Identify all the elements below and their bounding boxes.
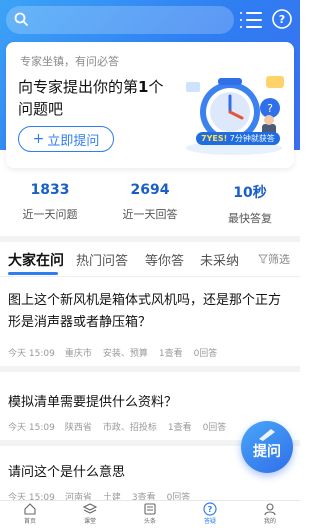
svg-text:?: ? — [208, 505, 213, 514]
question-title[interactable]: 图上这个新风机是箱体式风机吗，还是那个正方形是消声器或者静压箱？ — [8, 290, 292, 334]
user-icon — [264, 503, 276, 516]
tab-hot-qa[interactable]: 热门问答 — [76, 250, 128, 269]
active-tab-indicator — [8, 272, 58, 275]
tab-everyone-asking[interactable]: 大家在问 — [8, 250, 64, 270]
home-icon — [24, 503, 36, 515]
section-divider — [0, 236, 300, 242]
question-divider — [0, 366, 300, 372]
news-icon — [144, 503, 156, 515]
tab-waiting-answer[interactable]: 等你答 — [145, 250, 184, 269]
filter-icon — [258, 254, 268, 264]
pen-icon — [259, 429, 275, 441]
help-icon: ? — [272, 9, 292, 29]
question-meta: 今天 15:09 重庆市 安装、预算 1查看 0回答 — [8, 349, 218, 359]
nav-mine[interactable]: 我的 — [240, 502, 300, 525]
question-meta: 今天 15:09 陕西省 市政、招投标 1查看 0回答 — [8, 423, 227, 433]
clock-illustration: ? — [186, 76, 284, 155]
stat-answers: 2694 近一天回答 — [122, 182, 178, 221]
promo-card: 专家坐镇，有问必答 向专家提出你的第1个问题吧 + 立即提问 ? — [6, 42, 294, 168]
plus-icon: + — [32, 131, 45, 147]
tab-divider — [0, 276, 300, 277]
question-title[interactable]: 模拟清单需要提供什么资料？ — [8, 392, 292, 414]
help-button[interactable]: ? — [271, 8, 293, 30]
tab-not-adopted[interactable]: 未采纳 — [200, 250, 239, 269]
list-menu-button[interactable] — [240, 9, 264, 31]
stat-fastest: 10秒 最快答复 — [228, 185, 272, 225]
bottom-navigation: 首页 课堂 头条 ? 答疑 我的 — [0, 500, 300, 528]
floating-ask-button[interactable]: 提问 — [241, 421, 293, 473]
search-bar[interactable] — [6, 6, 234, 34]
svg-text:?: ? — [279, 13, 285, 26]
question-icon: ? — [203, 502, 217, 516]
ask-now-button[interactable]: + 立即提问 — [18, 126, 114, 152]
nav-classroom[interactable]: 课堂 — [60, 502, 120, 525]
layers-icon — [83, 503, 97, 514]
svg-text:?: ? — [267, 102, 273, 115]
question-tabs: 大家在问 热门问答 等你答 未采纳 — [0, 244, 300, 274]
search-icon — [14, 11, 28, 30]
filter-button[interactable]: 筛选 — [258, 251, 290, 267]
nav-headlines[interactable]: 头条 — [120, 502, 180, 525]
nav-qa[interactable]: ? 答疑 — [180, 502, 240, 525]
card-subtitle: 专家坐镇，有问必答 — [20, 55, 119, 68]
fast-answer-badge: 7YES! 7分钟就获答 — [196, 132, 280, 145]
stat-questions: 1833 近一天问题 — [22, 182, 78, 221]
card-title: 向专家提出你的第1个问题吧 — [18, 78, 164, 118]
nav-home[interactable]: 首页 — [0, 502, 60, 525]
